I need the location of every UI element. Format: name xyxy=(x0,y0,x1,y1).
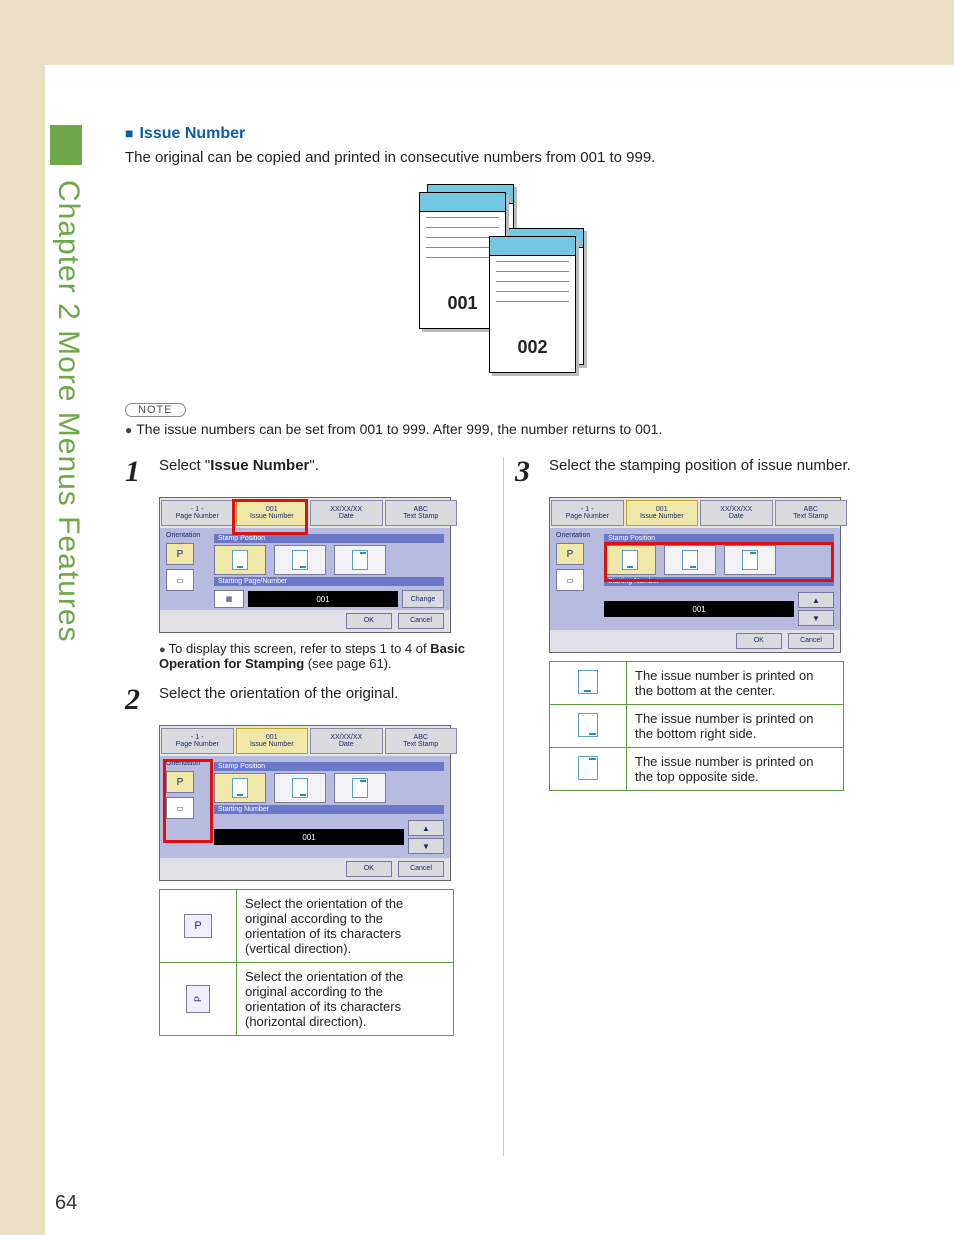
cancel-button[interactable]: Cancel xyxy=(398,613,444,629)
top-opposite-icon xyxy=(578,756,598,780)
screenshot-step3: - 1 -Page Number 001Issue Number XX/XX/X… xyxy=(549,497,841,653)
content-area: ■ Issue Number The original can be copied… xyxy=(125,125,885,1036)
table-row: The issue number is printed on the botto… xyxy=(550,662,844,705)
page-number: 64 xyxy=(55,1192,77,1215)
bullet-icon: ● xyxy=(125,423,132,437)
table-cell-caption: The issue number is printed on the botto… xyxy=(627,662,844,705)
step-1-text: Select "Issue Number". xyxy=(159,457,475,487)
orientation-landscape-button[interactable]: ▭ xyxy=(166,797,194,819)
step-3-text: Select the stamping position of issue nu… xyxy=(549,457,865,487)
portrait-icon: P xyxy=(184,914,212,938)
decrement-button[interactable]: ▼ xyxy=(798,610,834,626)
position-top-opposite-button[interactable] xyxy=(334,773,386,803)
position-top-opposite-button[interactable] xyxy=(724,545,776,575)
bottom-center-icon xyxy=(578,670,598,694)
tab-page-number[interactable]: - 1 -Page Number xyxy=(551,500,624,526)
column-divider xyxy=(503,457,504,1156)
cancel-button[interactable]: Cancel xyxy=(788,633,834,649)
cancel-button[interactable]: Cancel xyxy=(398,861,444,877)
stamp-position-label: Stamp Position xyxy=(214,534,444,543)
orientation-explanation-table: P Select the orientation of the original… xyxy=(159,889,454,1036)
orientation-landscape-button[interactable]: ▭ xyxy=(556,569,584,591)
decrement-button[interactable]: ▼ xyxy=(408,838,444,854)
tab-text-stamp[interactable]: ABCText Stamp xyxy=(775,500,848,526)
tab-page-number[interactable]: - 1 -Page Number xyxy=(161,728,234,754)
step-1: 1 Select "Issue Number". xyxy=(125,457,475,487)
increment-button[interactable]: ▲ xyxy=(408,820,444,836)
table-row: The issue number is printed on the top o… xyxy=(550,748,844,791)
starting-number-label: Starting Number xyxy=(604,577,834,586)
table-cell-caption: Select the orientation of the original a… xyxy=(237,890,454,963)
keypad-icon: ▦ xyxy=(214,590,244,608)
change-button[interactable]: Change xyxy=(402,590,444,608)
position-bottom-center-button[interactable] xyxy=(604,545,656,575)
position-bottom-center-button[interactable] xyxy=(214,773,266,803)
table-cell-caption: Select the orientation of the original a… xyxy=(237,963,454,1036)
landscape-icon: P xyxy=(186,985,210,1013)
orientation-label: Orientation xyxy=(166,532,206,539)
bottom-right-icon xyxy=(578,713,598,737)
position-bottom-center-button[interactable] xyxy=(214,545,266,575)
step-3: 3 Select the stamping position of issue … xyxy=(515,457,865,487)
ok-button[interactable]: OK xyxy=(346,861,392,877)
tab-issue-number[interactable]: 001Issue Number xyxy=(626,500,699,526)
position-bottom-right-button[interactable] xyxy=(274,545,326,575)
step-3-number: 3 xyxy=(515,457,537,487)
right-column: 3 Select the stamping position of issue … xyxy=(515,457,865,1036)
tab-issue-number[interactable]: 001Issue Number xyxy=(236,500,309,526)
issue-number-figure: 001 002 xyxy=(415,184,595,379)
screenshot-step1: - 1 -Page Number 001Issue Number XX/XX/X… xyxy=(159,497,451,633)
tab-text-stamp[interactable]: ABCText Stamp xyxy=(385,500,458,526)
heading-bullet-icon: ■ xyxy=(125,125,133,141)
step-2: 2 Select the orientation of the original… xyxy=(125,685,475,715)
table-row: P Select the orientation of the original… xyxy=(160,890,454,963)
position-top-opposite-button[interactable] xyxy=(334,545,386,575)
tab-page-number[interactable]: - 1 -Page Number xyxy=(161,500,234,526)
step-1-number: 1 xyxy=(125,457,147,487)
tab-date[interactable]: XX/XX/XXDate xyxy=(700,500,773,526)
orientation-landscape-button[interactable]: ▭ xyxy=(166,569,194,591)
step1-subnote: ●To display this screen, refer to steps … xyxy=(159,641,475,671)
chapter-title: Chapter 2 More Menus Features xyxy=(45,180,85,643)
table-cell-caption: The issue number is printed on the top o… xyxy=(627,748,844,791)
step-2-text: Select the orientation of the original. xyxy=(159,685,475,715)
number-display: 001 xyxy=(248,591,398,607)
table-cell-caption: The issue number is printed on the botto… xyxy=(627,705,844,748)
section-heading: ■ Issue Number xyxy=(125,125,885,143)
table-row: P Select the orientation of the original… xyxy=(160,963,454,1036)
tab-date[interactable]: XX/XX/XXDate xyxy=(310,500,383,526)
position-bottom-right-button[interactable] xyxy=(274,773,326,803)
orientation-portrait-button[interactable]: P xyxy=(556,543,584,565)
tab-text-stamp[interactable]: ABCText Stamp xyxy=(385,728,458,754)
stamp-position-label: Stamp Position xyxy=(604,534,834,543)
stamp-position-label: Stamp Position xyxy=(214,762,444,771)
position-explanation-table: The issue number is printed on the botto… xyxy=(549,661,844,791)
screenshot-step2: - 1 -Page Number 001Issue Number XX/XX/X… xyxy=(159,725,451,881)
number-display: 001 xyxy=(604,601,794,617)
orientation-portrait-button[interactable]: P xyxy=(166,543,194,565)
heading-text: Issue Number xyxy=(139,125,245,142)
starting-page-number-label: Starting Page/Number xyxy=(214,577,444,586)
bullet-icon: ● xyxy=(159,644,166,656)
number-display: 001 xyxy=(214,829,404,845)
note-text: ●The issue numbers can be set from 001 t… xyxy=(125,421,885,437)
note-label: NOTE xyxy=(125,403,186,417)
table-row: The issue number is printed on the botto… xyxy=(550,705,844,748)
figure-doc2-number: 002 xyxy=(490,337,575,358)
ok-button[interactable]: OK xyxy=(736,633,782,649)
tab-date[interactable]: XX/XX/XXDate xyxy=(310,728,383,754)
left-column: 1 Select "Issue Number". - 1 -Page Numbe… xyxy=(125,457,475,1036)
orientation-label: Orientation xyxy=(166,760,206,767)
increment-button[interactable]: ▲ xyxy=(798,592,834,608)
orientation-label: Orientation xyxy=(556,532,596,539)
sidebar-tab xyxy=(50,125,82,165)
starting-number-label: Starting Number xyxy=(214,805,444,814)
intro-text: The original can be copied and printed i… xyxy=(125,149,885,166)
position-bottom-right-button[interactable] xyxy=(664,545,716,575)
ok-button[interactable]: OK xyxy=(346,613,392,629)
orientation-portrait-button[interactable]: P xyxy=(166,771,194,793)
step-2-number: 2 xyxy=(125,685,147,715)
tab-issue-number[interactable]: 001Issue Number xyxy=(236,728,309,754)
